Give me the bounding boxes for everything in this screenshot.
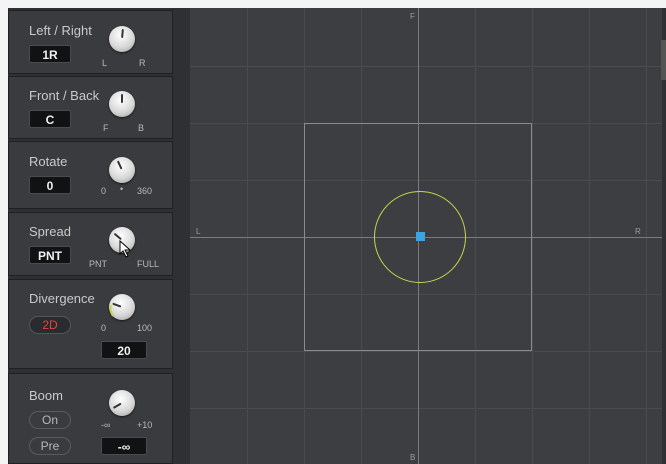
grid-line: [247, 8, 248, 464]
grid-line: [532, 8, 533, 464]
spread-min-label: PNT: [89, 259, 107, 269]
rotate-value[interactable]: 0: [29, 176, 71, 194]
boom-on-button[interactable]: On: [29, 411, 71, 429]
front-back-min-label: F: [103, 123, 109, 133]
divergence-panel: Divergence 2D 0 100 20: [8, 279, 173, 369]
divergence-value[interactable]: 20: [101, 341, 147, 359]
front-back-knob[interactable]: [109, 91, 135, 117]
left-right-min-label: L: [102, 58, 108, 68]
spread-max-label: FULL: [137, 259, 160, 269]
boom-panel: Boom On Pre -∞ +10 -∞: [8, 373, 173, 464]
scrollbar[interactable]: [661, 40, 666, 80]
grid-line: [190, 408, 662, 409]
front-label: F: [410, 12, 415, 21]
grid-line: [190, 66, 662, 67]
back-label: B: [410, 453, 416, 462]
divergence-title: Divergence: [29, 291, 95, 306]
left-right-value[interactable]: 1R: [29, 45, 71, 63]
grid-line: [190, 351, 662, 352]
divergence-arc-indicator: [109, 304, 114, 317]
boom-max-label: +10: [137, 420, 153, 430]
rotate-max-label: 360: [137, 186, 153, 196]
divergence-min-label: 0: [101, 323, 107, 333]
rotate-panel: Rotate 0 0 • 360: [8, 141, 173, 209]
left-right-title: Left / Right: [29, 23, 92, 38]
divergence-2d-toggle[interactable]: 2D: [29, 316, 71, 334]
panner-grid[interactable]: F B L R: [190, 8, 662, 464]
source-position-handle[interactable]: [416, 232, 425, 241]
left-right-max-label: R: [139, 58, 146, 68]
divergence-max-label: 100: [137, 323, 153, 333]
spread-value[interactable]: PNT: [29, 246, 71, 264]
front-back-panel: Front / Back C F B: [8, 76, 173, 139]
front-back-max-label: B: [138, 123, 145, 133]
spread-panel: Spread PNT PNT FULL: [8, 212, 173, 276]
right-label: R: [635, 227, 641, 236]
front-back-title: Front / Back: [29, 88, 100, 103]
spread-title: Spread: [29, 224, 71, 239]
boom-knob[interactable]: [109, 390, 135, 416]
grid-line: [646, 8, 647, 464]
boom-title: Boom: [29, 388, 63, 403]
rotate-knob[interactable]: [109, 157, 135, 183]
front-back-value[interactable]: C: [29, 110, 71, 128]
rotate-mid-label: •: [120, 184, 124, 194]
rotate-min-label: 0: [101, 186, 107, 196]
mouse-cursor-icon: [119, 240, 132, 258]
top-border: [0, 0, 666, 8]
boom-min-label: -∞: [101, 420, 111, 430]
rotate-title: Rotate: [29, 154, 68, 169]
left-label: L: [196, 227, 201, 236]
boom-value[interactable]: -∞: [101, 437, 147, 455]
left-right-panel: Left / Right 1R L R: [8, 10, 173, 74]
boom-pre-button[interactable]: Pre: [29, 437, 71, 455]
grid-line: [589, 8, 590, 464]
left-right-knob[interactable]: [109, 26, 135, 52]
left-border: [0, 8, 8, 464]
